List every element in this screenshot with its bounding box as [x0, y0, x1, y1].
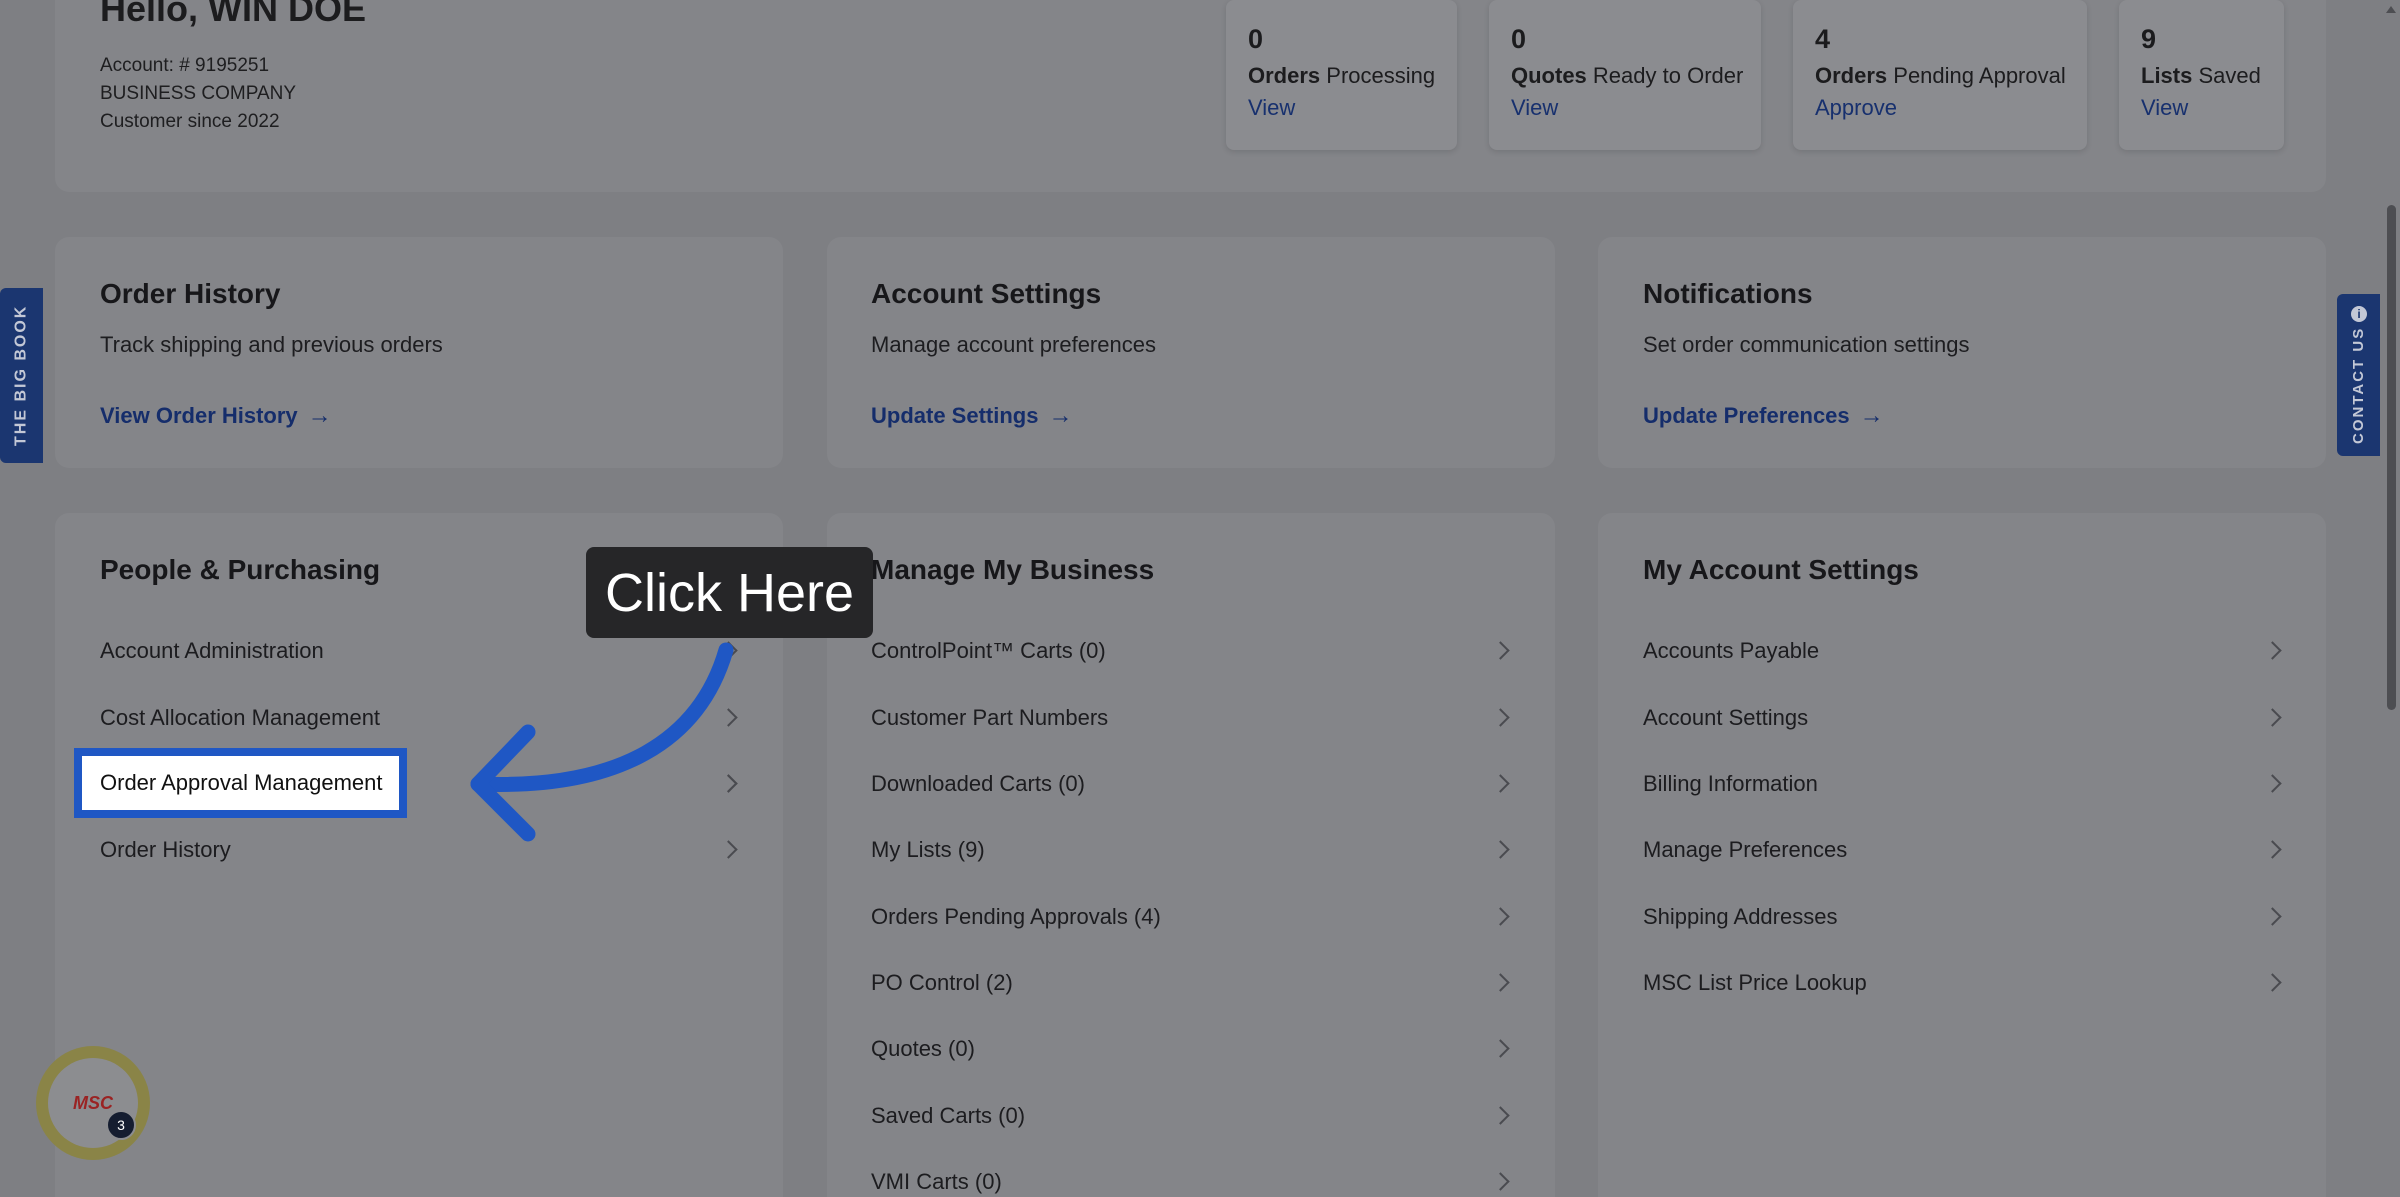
customer-since: Customer since 2022 — [100, 111, 280, 132]
greeting: Hello, WIN DOE — [100, 0, 367, 29]
card-subtitle: Set order communication settings — [1643, 332, 1970, 357]
card-subtitle: Manage account preferences — [871, 332, 1156, 357]
list-item[interactable]: Saved Carts (0) — [871, 1103, 1025, 1129]
account-number: Account: # 9195251 — [100, 55, 270, 76]
arrow-right-icon: → — [1048, 402, 1073, 429]
list-item[interactable]: Accounts Payable — [1643, 638, 1819, 664]
card-subtitle: Track shipping and previous orders — [100, 332, 443, 357]
list-item[interactable]: Manage Preferences — [1643, 837, 1847, 863]
list-item[interactable]: Order History — [100, 837, 231, 863]
list-item-label: Order Approval Management — [100, 770, 383, 795]
list-item[interactable]: Customer Part Numbers — [871, 705, 1108, 731]
list-item[interactable]: Downloaded Carts (0) — [871, 771, 1085, 797]
card-title: Account Settings — [871, 278, 1102, 309]
list-item[interactable]: MSC List Price Lookup — [1643, 970, 1867, 996]
list-item[interactable]: ControlPoint™ Carts (0) — [871, 638, 1106, 664]
list-item[interactable]: Orders Pending Approvals (4) — [871, 904, 1161, 930]
stat-count: 0 — [1248, 24, 1264, 54]
card-title: My Account Settings — [1643, 554, 1919, 585]
order-approval-management-item[interactable]: Order Approval Management — [74, 748, 407, 818]
tutorial-arrow-icon — [470, 642, 734, 842]
stat-view-link[interactable]: View — [1248, 95, 1435, 121]
stat-orders-processing: 0 Orders Processing View — [1226, 0, 1457, 150]
scroll-up-arrow-icon[interactable] — [2386, 6, 2396, 13]
chat-logo-text: MSC — [73, 1092, 113, 1113]
list-item[interactable]: Account Settings — [1643, 705, 1808, 731]
stat-view-link[interactable]: View — [2141, 95, 2262, 121]
stat-orders-pending: 4 Orders Pending Approval Approve — [1793, 0, 2087, 150]
stat-label: Orders Pending Approval — [1815, 63, 2066, 88]
contact-us-label: CONTACT US — [2350, 326, 2367, 444]
card-title: People & Purchasing — [100, 554, 381, 585]
arrow-right-icon: → — [307, 402, 332, 429]
scrollbar-thumb[interactable] — [2387, 205, 2396, 710]
list-item[interactable]: Shipping Addresses — [1643, 904, 1837, 930]
list-item[interactable]: Cost Allocation Management — [100, 705, 380, 731]
click-here-callout: Click Here — [586, 547, 873, 638]
contact-us-tab[interactable]: i CONTACT US — [2337, 294, 2380, 456]
card-title: Notifications — [1643, 278, 1813, 309]
stat-approve-link[interactable]: Approve — [1815, 95, 2065, 121]
update-settings-link[interactable]: Update Settings → — [871, 402, 1072, 430]
list-item[interactable]: VMI Carts (0) — [871, 1169, 1002, 1195]
stat-count: 9 — [2141, 24, 2157, 54]
stat-lists-saved: 9 Lists Saved View — [2119, 0, 2284, 150]
view-order-history-link[interactable]: View Order History → — [100, 402, 332, 430]
stat-label: Orders Processing — [1248, 63, 1436, 88]
chat-launcher[interactable]: MSC 3 — [36, 1046, 150, 1160]
stat-count: 0 — [1511, 24, 1527, 54]
arrow-right-icon: → — [1859, 402, 1884, 429]
list-item[interactable]: Quotes (0) — [871, 1036, 975, 1062]
stat-quotes-ready: 0 Quotes Ready to Order View — [1489, 0, 1761, 150]
company-name: BUSINESS COMPANY — [100, 83, 297, 104]
list-item[interactable]: PO Control (2) — [871, 970, 1013, 996]
stat-count: 4 — [1815, 24, 1831, 54]
stat-label: Quotes Ready to Order — [1511, 63, 1744, 88]
list-item[interactable]: My Lists (9) — [871, 837, 985, 863]
list-item[interactable]: Account Administration — [100, 638, 324, 664]
card-title: Order History — [100, 278, 281, 309]
list-item[interactable]: Billing Information — [1643, 771, 1818, 797]
big-book-tab[interactable]: THE BIG BOOK — [0, 288, 43, 463]
stat-label: Lists Saved — [2141, 63, 2261, 88]
notification-count-badge: 3 — [106, 1110, 136, 1140]
update-preferences-link[interactable]: Update Preferences → — [1643, 402, 1884, 430]
stat-view-link[interactable]: View — [1511, 95, 1739, 121]
card-title: Manage My Business — [871, 554, 1155, 585]
